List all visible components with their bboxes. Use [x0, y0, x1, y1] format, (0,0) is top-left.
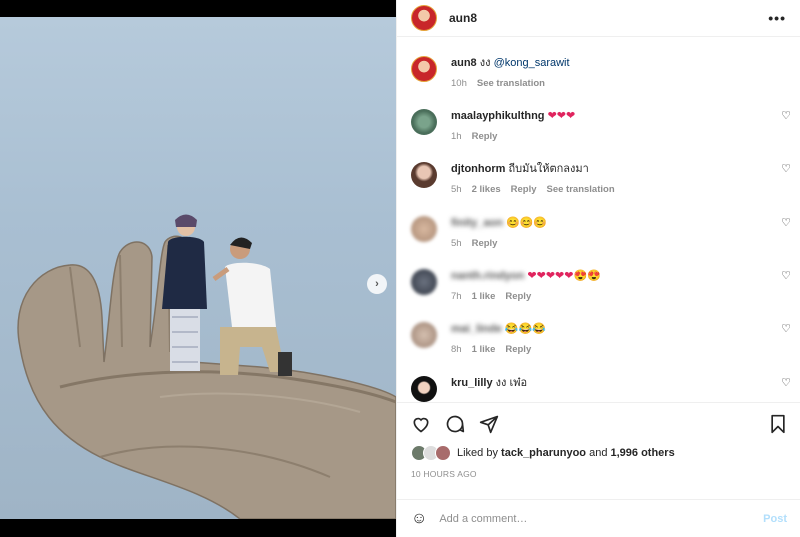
comment-username[interactable]: djtonhorm — [451, 163, 505, 175]
heart-icon[interactable]: ♡ — [781, 109, 791, 122]
comment-username[interactable]: mai_linde — [451, 323, 502, 335]
share-icon[interactable] — [479, 414, 499, 434]
commenter-avatar[interactable] — [411, 376, 437, 402]
photo-pane: › — [0, 0, 396, 537]
see-translation-link[interactable]: See translation — [547, 184, 615, 195]
comment-time[interactable]: 8h — [451, 344, 462, 355]
comment-username[interactable]: kru_lilly — [451, 377, 493, 389]
heart-icon[interactable]: ♡ — [781, 376, 791, 389]
comment-emoji: 😂😂😂 — [504, 323, 546, 335]
reply-button[interactable]: Reply — [505, 344, 531, 355]
reply-button[interactable]: Reply — [472, 238, 498, 249]
comment-emoji: 😊😊😊 — [506, 217, 548, 229]
comment-time[interactable]: 7h — [451, 291, 462, 302]
likes-prefix: Liked by — [457, 447, 498, 459]
likes-summary: Liked by tack_pharunyoo and 1,996 others — [411, 445, 787, 461]
comment-username[interactable]: finity_aon — [451, 217, 503, 229]
see-translation-link[interactable]: See translation — [477, 78, 545, 89]
heart-icon[interactable]: ♡ — [781, 322, 791, 335]
action-icons — [411, 403, 787, 445]
commenter-avatar[interactable] — [411, 216, 437, 242]
reply-button[interactable]: Reply — [472, 131, 498, 142]
comments-list: aun8 งง @kong_sarawit 10h See translatio… — [397, 44, 800, 402]
post-side-panel: aun8 ••• aun8 งง @kong_sarawit 10h See t… — [396, 0, 800, 537]
reply-button[interactable]: Reply — [511, 184, 537, 195]
comment-likes[interactable]: 1 like — [472, 291, 496, 302]
liker-avatar — [435, 445, 451, 461]
heart-icon[interactable]: ♡ — [781, 162, 791, 175]
post-button[interactable]: Post — [763, 513, 787, 525]
likes-and: and — [589, 447, 608, 459]
comment-likes[interactable]: 2 likes — [472, 184, 501, 195]
comment-likes[interactable]: 1 like — [472, 344, 496, 355]
comment-time[interactable]: 5h — [451, 184, 462, 195]
next-icon: › — [375, 278, 379, 290]
caption-text: งง — [479, 57, 491, 69]
comment-text: ถีบมันให้ตกลงมา — [508, 163, 589, 175]
photo-illustration — [17, 214, 396, 519]
post-header: aun8 ••• — [397, 0, 800, 37]
commenter-avatar[interactable] — [411, 322, 437, 348]
emoji-icon[interactable]: ☺ — [411, 510, 427, 528]
likes-others[interactable]: 1,996 others — [611, 447, 675, 459]
commenter-avatar[interactable] — [411, 162, 437, 188]
liker-avatars — [411, 445, 451, 461]
comment-username[interactable]: maalayphikulthng — [451, 110, 545, 122]
post-photo[interactable]: › — [0, 17, 396, 519]
author-username[interactable]: aun8 — [449, 11, 477, 25]
comment-time[interactable]: 1h — [451, 131, 462, 142]
comment-input[interactable] — [439, 512, 764, 525]
heart-icon[interactable] — [411, 414, 431, 434]
add-comment-bar: ☺ Post — [397, 499, 800, 537]
more-icon[interactable]: ••• — [768, 10, 786, 26]
caption-mention[interactable]: @kong_sarawit — [494, 57, 570, 69]
post-timestamp[interactable]: 10 HOURS AGO — [411, 469, 787, 479]
post-actions: Liked by tack_pharunyoo and 1,996 others… — [397, 402, 800, 479]
comment-icon[interactable] — [445, 414, 465, 434]
caption-username[interactable]: aun8 — [451, 57, 477, 69]
next-photo-button[interactable]: › — [367, 274, 387, 294]
author-avatar[interactable] — [411, 5, 437, 31]
comment-emoji: ❤❤❤❤❤😍😍 — [527, 270, 601, 282]
caption-avatar[interactable] — [411, 56, 437, 82]
comment-username[interactable]: nanth.rindyon — [451, 270, 524, 282]
comment-text: งง เพ๋อ — [495, 377, 528, 389]
caption-time[interactable]: 10h — [451, 78, 467, 89]
comment-emoji: ❤❤❤ — [547, 110, 576, 122]
heart-icon[interactable]: ♡ — [781, 269, 791, 282]
comment-time[interactable]: 5h — [451, 238, 462, 249]
heart-icon[interactable]: ♡ — [781, 216, 791, 229]
commenter-avatar[interactable] — [411, 109, 437, 135]
commenter-avatar[interactable] — [411, 269, 437, 295]
reply-button[interactable]: Reply — [505, 291, 531, 302]
save-icon[interactable] — [769, 414, 787, 434]
likes-user[interactable]: tack_pharunyoo — [501, 447, 586, 459]
